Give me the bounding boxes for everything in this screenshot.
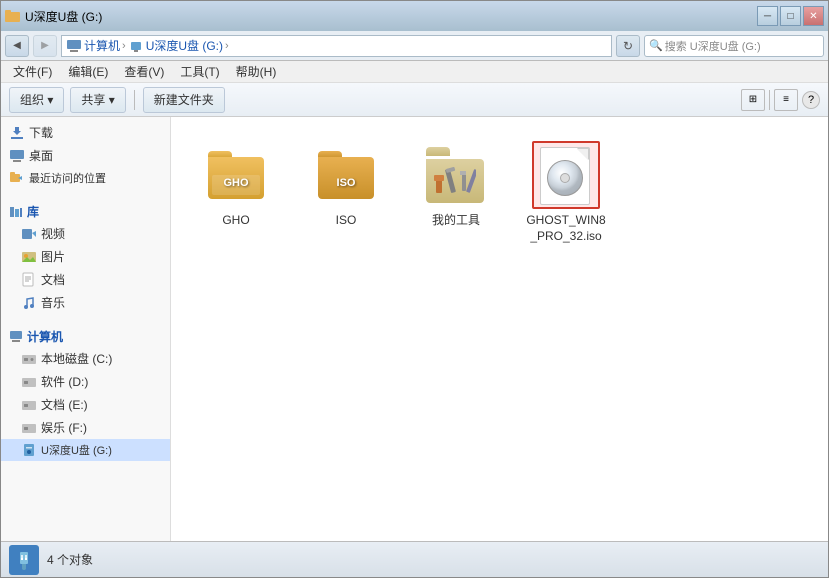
sidebar-item-drive-f[interactable]: 娱乐 (F:) xyxy=(1,416,170,439)
search-icon: 🔍 xyxy=(649,39,663,52)
sidebar-item-pictures[interactable]: 图片 xyxy=(1,245,170,268)
file-icon-tools xyxy=(422,141,490,209)
file-area: GHO GHO ISO xyxy=(171,117,828,541)
file-icon-iso-file xyxy=(532,141,600,209)
sidebar-item-desktop[interactable]: 桌面 xyxy=(1,144,170,167)
menu-view[interactable]: 查看(V) xyxy=(116,61,172,82)
help-button[interactable]: ? xyxy=(802,91,820,109)
file-label-iso-file: GHOST_WIN8_PRO_32.iso xyxy=(525,213,607,244)
list-item[interactable]: GHOST_WIN8_PRO_32.iso xyxy=(521,137,611,248)
drive-d-icon xyxy=(21,374,37,390)
music-icon xyxy=(21,295,37,311)
file-label-tools: 我的工具 xyxy=(432,213,480,229)
list-item[interactable]: ISO ISO xyxy=(301,137,391,233)
search-box[interactable]: 🔍 搜索 U深度U盘 (G:) xyxy=(644,35,824,57)
menu-bar: 文件(F) 编辑(E) 查看(V) 工具(T) 帮助(H) xyxy=(1,61,828,83)
file-label-gho: GHO xyxy=(222,213,249,229)
drive-g-icon xyxy=(21,442,37,458)
sidebar-item-drive-g[interactable]: U深度U盘 (G:) xyxy=(1,439,170,461)
forward-button[interactable]: ▶ xyxy=(33,35,57,57)
file-icon-iso-folder: ISO xyxy=(312,141,380,209)
breadcrumb: 计算机 › U深度U盘 (G:) › xyxy=(66,37,607,54)
breadcrumb-computer[interactable]: 计算机 xyxy=(84,37,120,54)
documents-icon xyxy=(21,272,37,288)
file-label-iso: ISO xyxy=(336,213,357,229)
address-bar: ◀ ▶ 计算机 › U深度U盘 (G:) › ↻ 🔍 搜索 U深度U盘 xyxy=(1,31,828,61)
title-bar-left: U深度U盘 (G:) xyxy=(5,8,102,25)
sidebar-item-drive-e[interactable]: 文档 (E:) xyxy=(1,393,170,416)
file-grid: GHO GHO ISO xyxy=(191,137,808,248)
maximize-button[interactable]: □ xyxy=(780,6,801,26)
folder-title-icon xyxy=(5,8,21,24)
desktop-icon xyxy=(9,148,25,164)
iso-file-shape xyxy=(540,145,592,205)
address-field[interactable]: 计算机 › U深度U盘 (G:) › xyxy=(61,35,612,57)
video-icon xyxy=(21,226,37,242)
sidebar-item-download[interactable]: 下载 xyxy=(1,121,170,144)
menu-tools[interactable]: 工具(T) xyxy=(172,61,227,82)
toolbar-right: ⊞ ≡ ? xyxy=(741,89,820,111)
title-bar: U深度U盘 (G:) ─ □ ✕ xyxy=(1,1,828,31)
sidebar: 下载 桌面 最近访问的位置 xyxy=(1,117,171,541)
sidebar-computer-label: 计算机 xyxy=(1,322,170,347)
sidebar-item-music[interactable]: 音乐 xyxy=(1,291,170,314)
recent-icon xyxy=(9,170,25,186)
computer-sidebar-icon xyxy=(9,330,23,344)
organize-button[interactable]: 组织 ▾ xyxy=(9,87,64,113)
status-bar: 4 个对象 xyxy=(1,541,828,577)
drive-f-icon xyxy=(21,420,37,436)
search-placeholder: 搜索 U深度U盘 (G:) xyxy=(665,38,761,54)
folder-gho-shape: GHO xyxy=(208,151,264,199)
new-folder-button[interactable]: 新建文件夹 xyxy=(143,87,225,113)
drive-e-icon xyxy=(21,397,37,413)
drive-c-icon xyxy=(21,351,37,367)
file-icon-gho: GHO xyxy=(202,141,270,209)
sidebar-item-drive-c[interactable]: 本地磁盘 (C:) xyxy=(1,347,170,370)
menu-file[interactable]: 文件(F) xyxy=(5,61,60,82)
computer-icon xyxy=(66,38,82,54)
sidebar-spacer-2 xyxy=(1,314,170,322)
minimize-button[interactable]: ─ xyxy=(757,6,778,26)
share-button[interactable]: 共享 ▾ xyxy=(70,87,125,113)
view-sep xyxy=(769,90,770,110)
view-icons-button[interactable]: ⊞ xyxy=(741,89,765,111)
sidebar-item-drive-d[interactable]: 软件 (D:) xyxy=(1,370,170,393)
toolbar-separator xyxy=(134,90,135,110)
sidebar-item-video[interactable]: 视频 xyxy=(1,222,170,245)
usb-status-icon xyxy=(9,545,39,575)
list-item[interactable]: GHO GHO xyxy=(191,137,281,233)
close-button[interactable]: ✕ xyxy=(803,6,824,26)
view-detail-button[interactable]: ≡ xyxy=(774,89,798,111)
main-content: 下载 桌面 最近访问的位置 xyxy=(1,117,828,541)
sidebar-spacer-1 xyxy=(1,189,170,197)
refresh-button[interactable]: ↻ xyxy=(616,35,640,57)
list-item[interactable]: 我的工具 xyxy=(411,137,501,233)
usb-drive-icon xyxy=(128,38,144,54)
download-icon xyxy=(9,125,25,141)
tools-svg-icon xyxy=(434,167,476,195)
pictures-icon xyxy=(21,249,37,265)
breadcrumb-drive[interactable]: U深度U盘 (G:) xyxy=(146,37,223,54)
window: U深度U盘 (G:) ─ □ ✕ ◀ ▶ 计算机 › U深度U xyxy=(0,0,829,578)
title-text: U深度U盘 (G:) xyxy=(25,8,102,25)
library-icon xyxy=(9,205,23,219)
folder-iso-shape: ISO xyxy=(318,151,374,199)
status-count: 4 个对象 xyxy=(47,551,93,568)
toolbar: 组织 ▾ 共享 ▾ 新建文件夹 ⊞ ≡ ? xyxy=(1,83,828,117)
sidebar-library-label: 库 xyxy=(1,197,170,222)
sidebar-item-recent[interactable]: 最近访问的位置 xyxy=(1,167,170,189)
sidebar-item-documents[interactable]: 文档 xyxy=(1,268,170,291)
back-button[interactable]: ◀ xyxy=(5,35,29,57)
menu-edit[interactable]: 编辑(E) xyxy=(60,61,116,82)
menu-help[interactable]: 帮助(H) xyxy=(228,61,285,82)
title-bar-controls: ─ □ ✕ xyxy=(757,6,824,26)
